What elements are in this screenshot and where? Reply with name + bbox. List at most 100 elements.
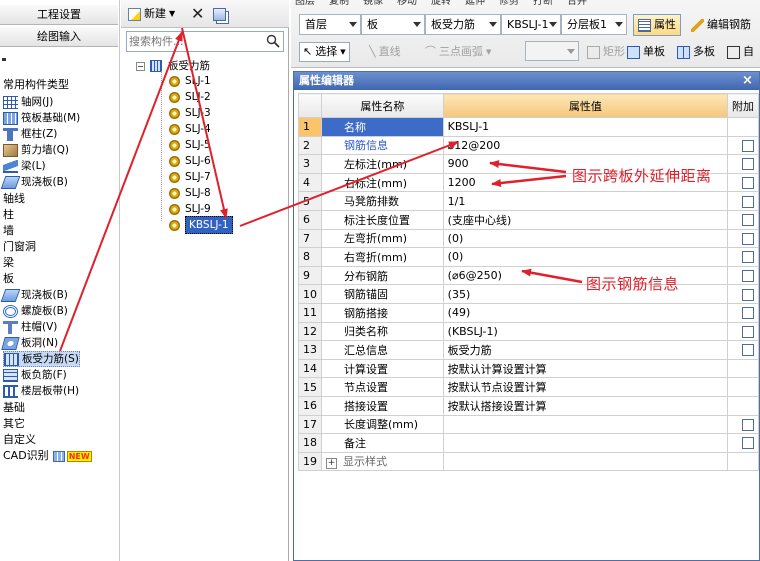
property-value[interactable] (442, 433, 728, 453)
table-row[interactable]: 1 名称 KBSLJ-1 (298, 117, 760, 137)
extra-checkbox[interactable] (741, 195, 754, 208)
search-box[interactable] (126, 31, 284, 52)
tree-item-slj2[interactable]: SLJ-2 (169, 89, 211, 105)
tree-item-slj1[interactable]: SLJ-1 (169, 73, 211, 89)
property-value[interactable]: (49) (442, 302, 728, 323)
extra-checkbox[interactable] (741, 270, 754, 283)
multi-slab-button[interactable]: 多板 (677, 42, 715, 62)
category-axis[interactable]: 轴线 (3, 191, 25, 207)
copy-button[interactable]: 复制 (329, 0, 349, 7)
tree-item-slj5[interactable]: SLJ-5 (169, 137, 211, 153)
tree-item-slj6[interactable]: SLJ-6 (169, 153, 211, 169)
tree-item-slj8[interactable]: SLJ-8 (169, 185, 211, 201)
property-value[interactable]: 按默认搭接设置计算 (442, 395, 728, 416)
trim-button[interactable]: 修剪 (499, 0, 519, 7)
tree-item-slab-strip[interactable]: 楼层板带(H) (3, 383, 79, 399)
table-row[interactable]: 2 钢筋信息 ⌀12@200 (298, 135, 760, 156)
custom-button[interactable]: 自 (727, 42, 754, 62)
rect-button[interactable]: 矩形 (587, 42, 625, 62)
category-beam[interactable]: 梁 (3, 255, 14, 271)
cad-recognition-item[interactable]: CAD识别 NEW (3, 448, 92, 464)
merge-button[interactable]: 合并 (567, 0, 587, 7)
table-row[interactable]: 12 归类名称 (KBSLJ-1) (298, 321, 760, 342)
component-type-select[interactable]: 板受力筋 (425, 14, 501, 35)
extra-checkbox[interactable] (741, 232, 754, 245)
extra-checkbox[interactable] (741, 158, 754, 171)
category-column[interactable]: 柱 (3, 207, 14, 223)
property-value[interactable]: (0) (442, 247, 728, 267)
close-icon[interactable]: × (740, 73, 755, 88)
expand-icon[interactable]: + (326, 458, 337, 470)
property-value[interactable]: (KBSLJ-1) (442, 321, 728, 342)
table-row[interactable]: 8 右弯折(mm) (0) (298, 247, 760, 267)
property-value[interactable] (442, 451, 728, 472)
property-value[interactable]: ⌀12@200 (442, 135, 728, 156)
table-row[interactable]: 7 左弯折(mm) (0) (298, 228, 760, 249)
copy-component-button[interactable] (213, 4, 229, 24)
select-button[interactable]: ↖ 选择 ▼ (299, 42, 350, 62)
table-row[interactable]: 18 备注 (298, 433, 760, 453)
tree-item-slab-hole[interactable]: 板洞(N) (1, 335, 58, 351)
tree-item-cast-slab[interactable]: 现浇板(B) (0, 174, 68, 190)
extend-button[interactable]: 延伸 (465, 0, 485, 7)
mirror-button[interactable]: 镜像 (363, 0, 383, 7)
table-row[interactable]: 15 节点设置 按默认节点设置计算 (298, 377, 760, 397)
move-button[interactable]: 移动 (397, 0, 417, 7)
extra-checkbox[interactable] (741, 418, 754, 431)
component-select[interactable]: KBSLJ-1 (501, 14, 561, 35)
table-row[interactable]: 17 长度调整(mm) (298, 414, 760, 435)
tree-item-spiral-slab[interactable]: 螺旋板(B) (3, 303, 68, 319)
extra-checkbox[interactable] (741, 214, 754, 227)
tree-item-column[interactable]: 框柱(Z) (3, 126, 57, 142)
search-icon[interactable] (266, 34, 280, 48)
extra-checkbox[interactable] (741, 307, 754, 320)
break-button[interactable]: 打断 (533, 0, 553, 7)
category-foundation[interactable]: 基础 (3, 400, 25, 416)
table-row[interactable]: 9 分布钢筋 (⌀6@250) (298, 265, 760, 286)
tree-root-slab-rebar[interactable]: − 板受力筋 (136, 58, 210, 74)
tree-item-slj9[interactable]: SLJ-9 (169, 201, 211, 217)
property-value[interactable]: 按默认计算设置计算 (442, 358, 728, 379)
table-row[interactable]: 11 钢筋搭接 (49) (298, 302, 760, 323)
delete-icon[interactable]: ✕ (191, 4, 204, 24)
table-row[interactable]: 5 马凳筋排数 1/1 (298, 191, 760, 211)
rotate-button[interactable]: 旋转 (431, 0, 451, 7)
floor-select[interactable]: 首层 (299, 14, 361, 35)
drawing-input-button[interactable]: 绘图输入 (0, 27, 118, 47)
tree-item-column-cap[interactable]: 柱帽(V) (3, 319, 57, 335)
single-slab-button[interactable]: 单板 (627, 42, 665, 62)
layer-button[interactable]: 图层 (295, 0, 315, 7)
table-row[interactable]: 19 + 显示样式 (298, 451, 760, 472)
extra-checkbox[interactable] (741, 177, 754, 190)
table-row[interactable]: 13 汇总信息 板受力筋 (298, 340, 760, 360)
collapse-toggle-icon[interactable]: − (136, 61, 145, 71)
tree-item-shear-wall[interactable]: 剪力墙(Q) (3, 142, 69, 158)
property-value[interactable]: 按默认节点设置计算 (442, 377, 728, 397)
property-value[interactable]: (0) (442, 228, 728, 249)
extra-checkbox[interactable] (741, 344, 754, 357)
property-value[interactable]: (支座中心线) (442, 209, 728, 230)
arc-button[interactable]: ⌒ 三点画弧 ▼ (425, 42, 491, 62)
extra-checkbox[interactable] (741, 325, 754, 338)
line-button[interactable]: ╲ 直线 (369, 42, 401, 62)
properties-button[interactable]: 属性 (633, 14, 681, 36)
extra-checkbox[interactable] (741, 437, 754, 450)
table-row[interactable]: 6 标注长度位置 (支座中心线) (298, 209, 760, 230)
tree-item-raft-foundation[interactable]: 筏板基础(M) (3, 110, 80, 126)
table-row[interactable]: 14 计算设置 按默认计算设置计算 (298, 358, 760, 379)
category-openings[interactable]: 门窗洞 (3, 239, 36, 255)
search-input[interactable] (129, 34, 259, 49)
tree-item-negative-rebar[interactable]: 板负筋(F) (3, 367, 67, 383)
property-value[interactable] (442, 414, 728, 435)
category-select[interactable]: 板 (361, 14, 425, 35)
tree-item-cast-slab-2[interactable]: 现浇板(B) (0, 287, 68, 303)
tree-item-grid[interactable]: 轴网(J) (3, 94, 53, 110)
extra-checkbox[interactable] (741, 139, 754, 152)
tree-item-slj3[interactable]: SLJ-3 (169, 105, 211, 121)
category-custom[interactable]: 自定义 (3, 432, 36, 448)
tree-item-slj7[interactable]: SLJ-7 (169, 169, 211, 185)
table-row[interactable]: 16 搭接设置 按默认搭接设置计算 (298, 395, 760, 416)
extra-checkbox[interactable] (741, 251, 754, 264)
tree-item-slab-rebar[interactable]: 板受力筋(S) (3, 351, 80, 367)
property-value[interactable]: 板受力筋 (442, 340, 728, 360)
